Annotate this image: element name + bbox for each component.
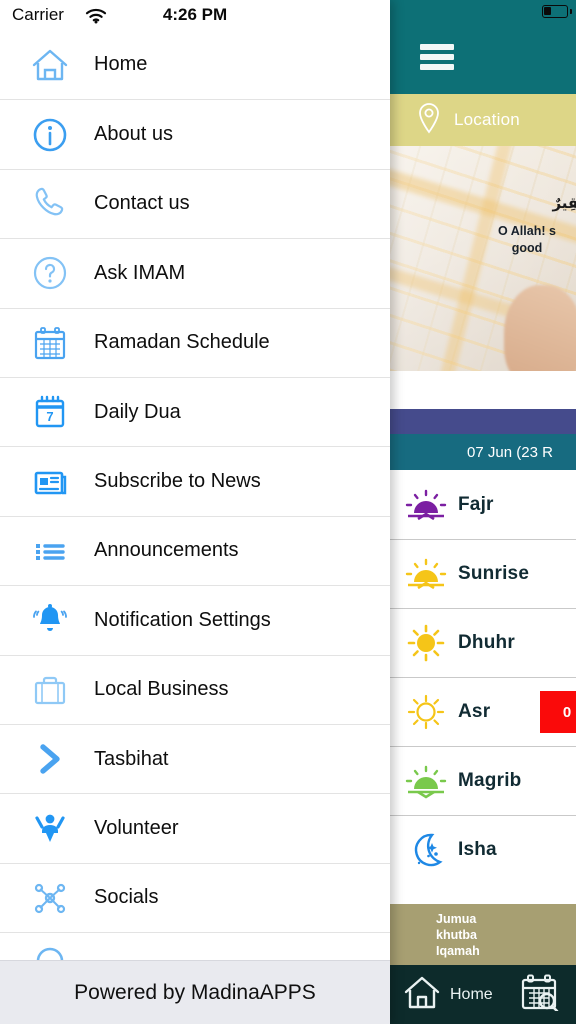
chevron-right-icon: [28, 737, 72, 781]
sidebar-item-volunteer[interactable]: Volunteer: [0, 793, 390, 863]
sidebar-item-label: Announcements: [94, 539, 239, 562]
briefcase-icon: [28, 668, 72, 712]
prayer-row-dhuhr[interactable]: Dhuhr: [388, 608, 576, 677]
nav-item-home[interactable]: Home: [388, 973, 493, 1016]
app-screenshot: Location خَيْرٍ فَقِيرٌ O Allah! s good …: [0, 0, 576, 1024]
jumua-line-2: khutba: [436, 928, 477, 942]
sidebar-item-subscribe-to-news[interactable]: Subscribe to News: [0, 446, 390, 516]
sidebar-item-label: Local Business: [94, 678, 229, 701]
question-circle-icon: [28, 251, 72, 295]
jumua-section: Jumua khutba Iqamah ( (: [388, 904, 576, 965]
drawer-footer: Powered by MadinaAPPS: [0, 960, 390, 1024]
sunrise-yellow-icon: [404, 554, 448, 594]
sidebar-item-label: Ramadan Schedule: [94, 331, 270, 354]
prayer-row-isha[interactable]: Isha: [388, 815, 576, 884]
main-app-panel: Location خَيْرٍ فَقِيرٌ O Allah! s good …: [388, 0, 576, 1024]
sidebar-item-label: Socials: [94, 886, 159, 909]
navigation-drawer: Carrier 4:26 PM Home About us Contact us…: [0, 0, 390, 1024]
battery-cap: [570, 9, 572, 14]
sun-outline-icon: [404, 692, 448, 732]
sun-icon: [404, 623, 448, 663]
calendar-search-icon: [519, 973, 559, 1016]
device-status-bar: Carrier 4:26 PM: [0, 0, 390, 30]
bell-icon: [28, 598, 72, 642]
banner-spacer: [388, 371, 576, 409]
newspaper-icon: [28, 460, 72, 504]
prayer-name: Dhuhr: [458, 632, 515, 653]
prayer-row-asr[interactable]: Asr 0: [388, 677, 576, 746]
prayer-times-list: Fajr Sunrise Dhuhr Asr 0 Magrib Isha: [388, 470, 576, 884]
prayer-row-fajr[interactable]: Fajr: [388, 470, 576, 539]
sidebar-item-contact-us[interactable]: Contact us: [0, 168, 390, 239]
sidebar-item-label: Contact us: [94, 192, 190, 215]
nav-item-home-label: Home: [450, 985, 493, 1003]
sunset-green-icon: [404, 761, 448, 801]
moon-stars-icon: [404, 830, 448, 870]
location-label: Location: [454, 110, 520, 129]
sidebar-item-about-us[interactable]: About us: [0, 99, 390, 169]
sidebar-item-label: Ask IMAM: [94, 261, 186, 284]
sidebar-item-label: About us: [94, 123, 173, 146]
phone-icon: [28, 182, 72, 226]
sidebar-item-tasbihat[interactable]: Tasbihat: [0, 723, 390, 794]
sidebar-item-label: Daily Dua: [94, 400, 181, 423]
hamburger-menu-icon[interactable]: [420, 44, 454, 70]
volunteer-person-icon: [28, 806, 72, 850]
home-outline-icon: [402, 973, 442, 1016]
drawer-menu-list[interactable]: Home About us Contact us Ask IMAM Ramada…: [0, 30, 390, 965]
prayer-row-sunrise[interactable]: Sunrise: [388, 539, 576, 608]
sidebar-item-daily-dua[interactable]: 7 Daily Dua: [0, 376, 390, 447]
home-icon: [28, 43, 72, 87]
app-status-bar: [388, 0, 576, 24]
info-circle-icon: [28, 113, 72, 157]
nav-item-calendar[interactable]: [493, 973, 559, 1016]
powered-by-label: Powered by MadinaAPPS: [74, 980, 316, 1004]
location-bar[interactable]: Location: [388, 94, 576, 146]
calendar-grid-icon: [28, 321, 72, 365]
bottom-navigation-bar: Home: [388, 965, 576, 1024]
sidebar-item-notification-settings[interactable]: Notification Settings: [0, 585, 390, 655]
prayer-name: Asr: [458, 701, 491, 722]
sunrise-purple-icon: [404, 485, 448, 525]
status-bar-time: 4:26 PM: [162, 5, 228, 24]
list-icon: [28, 529, 72, 573]
prayer-name: Isha: [458, 839, 497, 860]
sidebar-item-label: Subscribe to News: [94, 470, 261, 493]
jumua-line-3: Iqamah: [436, 944, 480, 958]
sidebar-item-label: Home: [94, 53, 148, 76]
sidebar-item-label: Notification Settings: [94, 608, 271, 631]
banner-english-line2: good: [511, 241, 543, 255]
sidebar-item-label: Volunteer: [94, 816, 179, 839]
sidebar-item-announcements[interactable]: Announcements: [0, 515, 390, 586]
dua-banner-image: خَيْرٍ فَقِيرٌ O Allah! s good: [388, 146, 576, 371]
prayer-name: Magrib: [458, 770, 522, 791]
share-network-icon: [28, 876, 72, 920]
app-header: [388, 24, 576, 94]
prayer-row-magrib[interactable]: Magrib: [388, 746, 576, 815]
sidebar-item-ask-imam[interactable]: Ask IMAM: [0, 238, 390, 308]
status-badge: 0: [540, 691, 576, 733]
jumua-line-1: Jumua: [436, 912, 477, 926]
svg-text:7: 7: [46, 409, 53, 424]
prayer-name: Sunrise: [458, 563, 530, 584]
banner-english-line1: O Allah! s: [498, 224, 556, 238]
sidebar-item-socials[interactable]: Socials: [0, 862, 390, 933]
date-text: 07 Jun (23 R: [467, 443, 553, 461]
purple-accent-bar: [388, 409, 576, 434]
sidebar-item-label: Tasbihat: [94, 747, 169, 770]
prayer-name: Fajr: [458, 493, 494, 515]
sidebar-item-home[interactable]: Home: [0, 30, 390, 100]
battery-low-icon: [542, 5, 568, 18]
banner-arabic-text: خَيْرٍ فَقِيرٌ: [552, 194, 576, 212]
calendar-day-icon: 7: [28, 390, 72, 434]
sidebar-item-ramadan-schedule[interactable]: Ramadan Schedule: [0, 307, 390, 377]
sidebar-item-local-business[interactable]: Local Business: [0, 654, 390, 724]
map-pin-icon: [416, 102, 442, 139]
date-bar: 07 Jun (23 R: [388, 434, 576, 470]
